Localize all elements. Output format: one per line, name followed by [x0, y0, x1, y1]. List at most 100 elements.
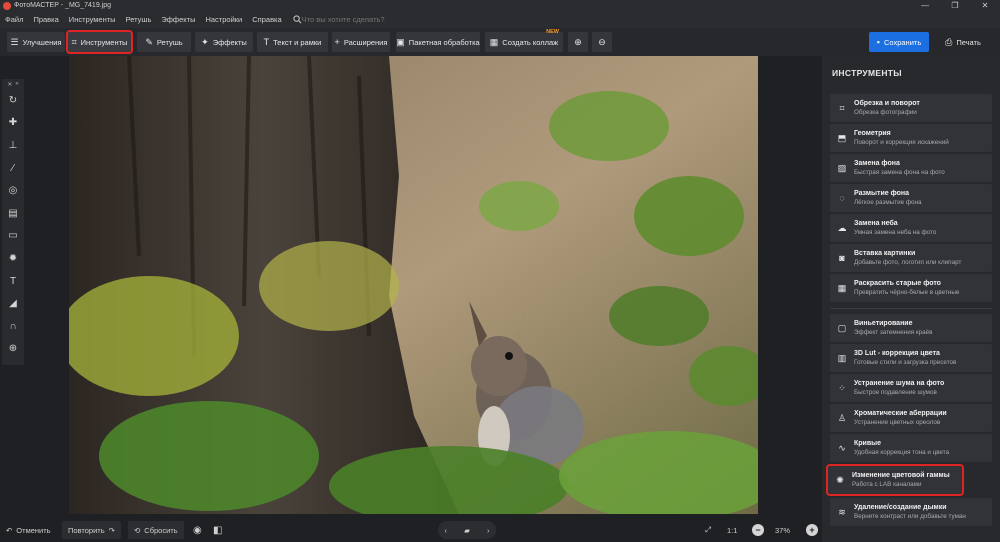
- tool-title: Размытие фона: [854, 190, 910, 197]
- tool-colorize[interactable]: ▦ Раскрасить старые фото Превратить чёрно…: [830, 274, 992, 302]
- tool-title: Устранение шума на фото: [854, 380, 945, 387]
- haze-icon: ≋: [838, 506, 846, 517]
- stack-add-button[interactable]: ⊕: [568, 32, 588, 52]
- close-button[interactable]: ✕: [970, 0, 1000, 11]
- maximize-button[interactable]: ❐: [940, 0, 970, 11]
- tool-vignette[interactable]: ▢ Виньетирование Эффект затемнения краёв: [830, 314, 992, 342]
- tool-title: Обрезка и поворот: [854, 100, 920, 107]
- strip-collapse[interactable]: ✕ «: [2, 79, 24, 89]
- gradient-icon[interactable]: ▤: [2, 202, 24, 225]
- menu-help[interactable]: Справка: [247, 15, 286, 24]
- colorize-icon: ▦: [837, 282, 847, 293]
- curves-icon: ∿: [838, 442, 846, 453]
- target-icon[interactable]: ◎: [2, 179, 24, 202]
- print-button[interactable]: ⎙ Печать: [933, 32, 993, 52]
- rect-icon[interactable]: ▭: [2, 225, 24, 248]
- panel-divider: [830, 308, 992, 309]
- tool-insert-image[interactable]: ◙ Вставка картинки Добавьте фото, логотип…: [830, 244, 992, 272]
- reset-icon: ⟲: [134, 525, 141, 535]
- fit-screen-button[interactable]: ⤢: [705, 521, 711, 539]
- reset-button[interactable]: ⟲ Сбросить: [128, 521, 184, 539]
- tool-title: Виньетирование: [854, 320, 913, 327]
- preview-toggle[interactable]: ◉: [193, 521, 202, 539]
- create-collage-button[interactable]: ▦ Создать коллаж NEW: [485, 29, 563, 52]
- menu-settings[interactable]: Настройки: [200, 15, 247, 24]
- photo-canvas[interactable]: [69, 56, 758, 514]
- sliders-icon: ☰: [10, 36, 19, 47]
- tab-label: Инструменты: [80, 37, 128, 47]
- search-input[interactable]: [301, 15, 402, 24]
- zoom-value-text: 37%: [775, 525, 791, 535]
- brush-icon[interactable]: ∕: [2, 157, 24, 180]
- batch-label: Пакетная обработка: [408, 37, 480, 47]
- save-button[interactable]: ▪ Сохранить: [869, 32, 929, 52]
- tool-background-blur[interactable]: ◌ Размытие фона Лёгкое размытие фона: [830, 184, 992, 212]
- tab-retouch[interactable]: ✎ Ретушь: [137, 32, 191, 52]
- folder-icon[interactable]: ▰: [464, 526, 470, 535]
- menu-effects[interactable]: Эффекты: [156, 15, 200, 24]
- tool-subtitle: Быстрая замена фона на фото: [854, 169, 945, 176]
- tool-color-gamut[interactable]: ✺ Изменение цветовой гаммы Работа с LAB к…: [826, 464, 964, 496]
- lut-icon: ▥: [837, 352, 847, 363]
- tool-subtitle: Лёгкое размытие фона: [854, 199, 922, 206]
- zoom-out-icon: −: [752, 524, 764, 536]
- tab-tools[interactable]: ⌗ Инструменты: [66, 30, 133, 54]
- ratio-button[interactable]: 1:1: [727, 521, 737, 539]
- next-image-button[interactable]: ›: [487, 526, 490, 535]
- layers-remove-icon: ⊖: [598, 36, 606, 47]
- menu-retouch[interactable]: Ретушь: [121, 15, 157, 24]
- tool-curves[interactable]: ∿ Кривые Удобная коррекция тона и цвета: [830, 434, 992, 462]
- tab-enhancements[interactable]: ☰ Улучшения: [7, 32, 65, 52]
- save-label: Сохранить: [883, 37, 922, 47]
- undo-button[interactable]: ↶ Отменить: [6, 521, 51, 539]
- tool-crop-rotate[interactable]: ⌗ Обрезка и поворот Обрезка фотографии: [830, 94, 992, 122]
- tool-chromatic-aberration[interactable]: ♙ Хроматические аберрации Устранение цвет…: [830, 404, 992, 432]
- menu-tools[interactable]: Инструменты: [64, 15, 121, 24]
- sun-icon[interactable]: ✹: [2, 247, 24, 270]
- tool-sky-replace[interactable]: ☁ Замена неба Умная замена неба на фото: [830, 214, 992, 242]
- patch-icon[interactable]: ✚: [2, 112, 24, 135]
- left-tool-strip: ✕ « ↻ ✚ ⊥ ∕ ◎ ▤ ▭ ✹ T ◢ ∩ ⊕: [2, 79, 24, 365]
- image-insert-icon: ◙: [839, 253, 845, 263]
- redo-button[interactable]: Повторить ↷: [62, 521, 121, 539]
- globe-icon[interactable]: ⊕: [2, 338, 24, 361]
- menu-edit[interactable]: Правка: [28, 15, 63, 24]
- crop-icon: ⌗: [839, 102, 845, 113]
- tool-title: Замена неба: [854, 220, 898, 227]
- collage-label: Создать коллаж: [502, 37, 559, 47]
- magnet-icon[interactable]: ∩: [2, 315, 24, 338]
- tab-extensions[interactable]: + Расширения: [332, 32, 390, 52]
- zoom-out-button[interactable]: −: [752, 521, 764, 539]
- blur-icon: ◌: [839, 193, 845, 203]
- image-navigation: ‹ ▰ ›: [438, 521, 496, 539]
- rotate-icon[interactable]: ↻: [2, 89, 24, 112]
- tool-title: Геометрия: [854, 130, 891, 137]
- tool-3d-lut[interactable]: ▥ 3D Lut - коррекция цвета Готовые стили …: [830, 344, 992, 372]
- tab-text-frames[interactable]: T Текст и рамки: [257, 32, 328, 52]
- tool-background-replace[interactable]: ▨ Замена фона Быстрая замена фона на фото: [830, 154, 992, 182]
- tool-haze[interactable]: ≋ Удаление/создание дымки Верните контрас…: [830, 498, 992, 526]
- fill-icon[interactable]: ◢: [2, 292, 24, 315]
- zoom-value: 37%: [775, 521, 790, 539]
- prev-image-button[interactable]: ‹: [445, 526, 448, 535]
- window-title: ФотоМАСТЕР - _MG_7419.jpg: [14, 2, 112, 9]
- stamp-icon[interactable]: ⊥: [2, 134, 24, 157]
- vignette-icon: ▢: [837, 322, 847, 333]
- fit-screen-icon: ⤢: [705, 525, 711, 534]
- batch-processing-button[interactable]: ▣ Пакетная обработка: [396, 32, 480, 52]
- tool-geometry[interactable]: ⬒ Геометрия Поворот и коррекция искажений: [830, 124, 992, 152]
- menu-file[interactable]: Файл: [0, 15, 28, 24]
- tools-panel: ИНСТРУМЕНТЫ ⌗ Обрезка и поворот Обрезка ф…: [822, 56, 1000, 542]
- text-icon[interactable]: T: [2, 270, 24, 293]
- stack-remove-button[interactable]: ⊖: [592, 32, 612, 52]
- menu-search: [293, 15, 402, 24]
- tab-effects[interactable]: ✦ Эффекты: [195, 32, 253, 52]
- zoom-in-button[interactable]: +: [806, 521, 818, 539]
- compare-toggle[interactable]: ◧: [213, 521, 222, 539]
- tool-subtitle: Готовые стили и загрузка пресетов: [854, 359, 957, 366]
- tool-noise-removal[interactable]: ⁘ Устранение шума на фото Быстрое подавле…: [830, 374, 992, 402]
- menu-bar: Файл Правка Инструменты Ретушь Эффекты Н…: [0, 12, 402, 27]
- minimize-button[interactable]: —: [910, 0, 940, 11]
- main-toolbar: ☰ Улучшения ⌗ Инструменты ✎ Ретушь ✦ Эфф…: [0, 28, 1000, 56]
- background-replace-icon: ▨: [837, 162, 847, 173]
